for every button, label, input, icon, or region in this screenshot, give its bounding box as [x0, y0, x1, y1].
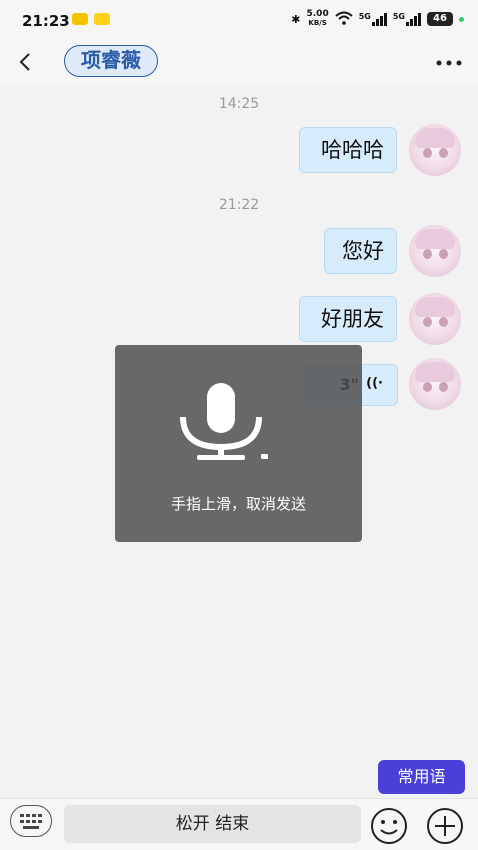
message-bubble[interactable]: 哈哈哈 — [299, 127, 397, 173]
plus-icon — [427, 808, 463, 844]
avatar[interactable] — [409, 124, 461, 176]
message-bubble[interactable]: 您好 — [324, 228, 397, 274]
meituan-app-icon — [94, 13, 110, 25]
status-right-icons: ✱ 5.00 KB/S 5G 5G 46 — [291, 10, 464, 28]
avatar[interactable] — [409, 293, 461, 345]
notification-icons — [72, 13, 110, 25]
wifi-icon — [335, 11, 353, 28]
timestamp: 14:25 — [218, 96, 260, 112]
ellipsis-icon — [436, 60, 462, 66]
contact-name[interactable]: 项睿薇 — [64, 45, 158, 77]
bluetooth-icon: ✱ — [291, 12, 301, 26]
net-speed-value: 5.00 — [306, 9, 329, 19]
avatar[interactable] — [409, 358, 461, 410]
timestamp: 21:22 — [218, 197, 260, 213]
keyboard-toggle-button[interactable] — [10, 805, 52, 837]
emoji-button[interactable] — [370, 807, 408, 845]
input-bar: 松开 结束 — [0, 798, 478, 850]
recording-overlay: 手指上滑，取消发送 — [115, 345, 362, 542]
signal-2-label: 5G — [392, 12, 405, 21]
chat-header: 项睿薇 — [0, 40, 478, 84]
recording-hint: 手指上滑，取消发送 — [170, 495, 306, 513]
bee-app-icon — [72, 13, 88, 25]
status-time: 21:23 — [22, 12, 70, 30]
net-speed-unit: KB/S — [308, 19, 327, 27]
battery-icon: 46 — [427, 12, 453, 26]
active-dot — [459, 16, 464, 22]
voice-wave-icon: ((· — [366, 376, 383, 391]
signal-1-label: 5G — [358, 12, 371, 21]
microphone-icon — [180, 383, 268, 460]
status-bar: 21:23 ✱ 5.00 KB/S 5G 5G 46 — [0, 0, 478, 40]
chevron-left-icon — [19, 53, 30, 71]
more-button[interactable] — [436, 48, 462, 72]
more-actions-button[interactable] — [426, 807, 464, 845]
signal-1-icon: 5G — [359, 12, 387, 26]
emoji-icon — [371, 808, 407, 844]
net-speed: 5.00 KB/S — [307, 10, 329, 28]
avatar[interactable] — [409, 225, 461, 277]
back-button[interactable] — [18, 48, 46, 76]
signal-2-icon: 5G — [393, 12, 421, 26]
common-phrases-button[interactable]: 常用语 — [378, 760, 465, 794]
hold-to-talk-button[interactable]: 松开 结束 — [64, 805, 361, 843]
message-bubble[interactable]: 好朋友 — [299, 296, 397, 342]
